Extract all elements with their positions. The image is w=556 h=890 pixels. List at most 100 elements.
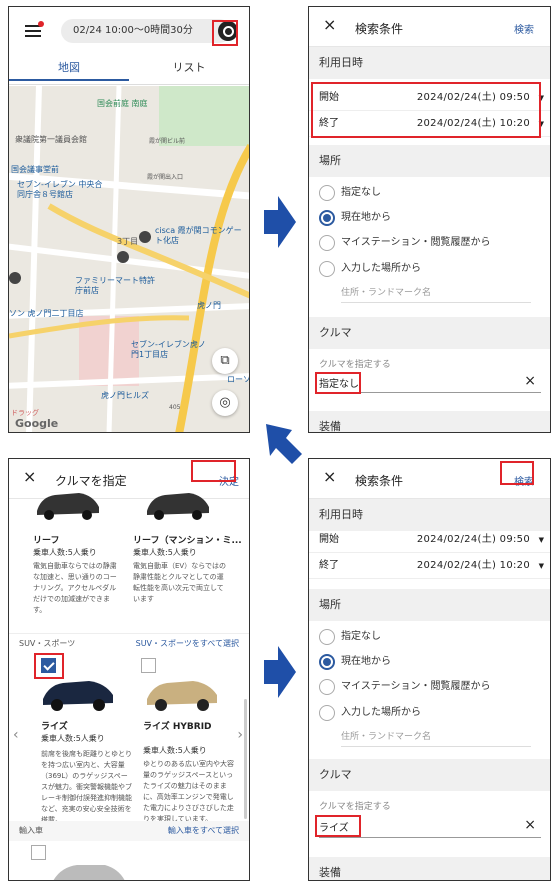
start-datetime-select[interactable]: 開始 2024/02/24(土) 09:50 ▼ [309, 527, 550, 553]
car-description: 電気自動車ならではの静粛な加速と、思い通りのコーナリング。アクセルペダルだけでの… [33, 562, 117, 614]
place-option-none[interactable]: 指定なし [319, 184, 381, 202]
address-input[interactable]: 住所・ランドマーク名 [341, 729, 531, 747]
car-capacity: 乗車人数:5人乗り [143, 746, 207, 755]
car-checkbox-raize[interactable] [41, 658, 56, 673]
map-label: 国会前庭 南庭 [97, 99, 148, 108]
flow-arrow-right-icon [264, 196, 296, 248]
end-label: 終了 [319, 118, 339, 129]
map-label: ローソン [227, 375, 249, 384]
car-select-field[interactable]: ライズ [319, 819, 349, 834]
search-icon[interactable] [218, 21, 238, 41]
car-image-import [53, 865, 125, 880]
category-suv: SUV・スポーツ SUV・スポーツをすべて選択 [9, 633, 249, 653]
car-selection-screen: × クルマを指定 決定 リーフ 乗車人数:5人乗り 電気自動車ならではの静粛な加… [8, 458, 250, 881]
car-image-leaf-mansion [147, 493, 209, 520]
close-icon[interactable]: × [323, 15, 336, 34]
place-option-input[interactable]: 入力した場所から [319, 704, 421, 722]
chevron-down-icon: ▼ [538, 562, 544, 570]
chevron-down-icon: ▼ [538, 536, 544, 544]
map-label: 衆議院第一議員会館 [15, 135, 87, 144]
flow-arrow-back-icon [266, 424, 302, 464]
car-image-raize-hybrid [147, 681, 217, 711]
menu-icon[interactable] [25, 25, 41, 37]
car-name: ライズ [41, 722, 68, 732]
map-label: cisca 霞が関コモンゲート化店 [155, 226, 242, 245]
map-label: 国会議事堂前 [11, 165, 59, 174]
start-datetime-select[interactable]: 開始 2024/02/24(土) 09:50 ▼ [309, 85, 550, 111]
place-option-current[interactable]: 現在地から [319, 653, 391, 671]
clear-icon[interactable]: × [524, 373, 536, 389]
car-sublabel: クルマを指定する [319, 360, 391, 370]
notification-dot [38, 21, 44, 27]
confirm-button[interactable]: 決定 [219, 473, 239, 488]
map-label: 3丁目 [117, 237, 139, 246]
start-label: 開始 [319, 92, 339, 103]
map-label: 405 [169, 404, 181, 411]
page-title: 検索条件 [355, 22, 404, 36]
time-display[interactable]: 02/24 10:00〜0時間30分 [61, 19, 231, 43]
category-label: SUV・スポーツ [19, 639, 76, 648]
search-button[interactable]: 検索 [514, 473, 534, 488]
car-capacity: 乗車人数:5人乗り [41, 734, 105, 743]
close-icon[interactable]: × [323, 467, 336, 486]
category-import: 輸入車 輸入車をすべて選択 [9, 821, 249, 841]
search-header: × 検索条件 検索 [309, 7, 550, 47]
map-pin-icon[interactable] [117, 251, 129, 263]
section-equipment: 装備 [309, 857, 550, 880]
clear-icon[interactable]: × [524, 817, 536, 833]
section-car: クルマ [309, 317, 550, 349]
divider [319, 392, 541, 393]
car-description: 電気自動車（EV）ならではの静粛性能とクルマとしての運転性能を高い次元で両立して… [133, 562, 227, 603]
tab-list[interactable]: リスト [129, 57, 249, 79]
place-option-station[interactable]: マイステーション・閲覧履歴から [319, 234, 491, 252]
end-datetime-select[interactable]: 終了 2024/02/24(土) 10:20 ▼ [309, 111, 550, 137]
map-label: 霞が関ビル前 [149, 138, 186, 145]
map-label: 虎ノ門ヒルズ [101, 391, 149, 400]
car-image-leaf [37, 493, 99, 520]
section-place: 場所 [309, 589, 550, 621]
car-checkbox-import[interactable] [31, 845, 46, 860]
car-checkbox-raize-hybrid[interactable] [141, 658, 156, 673]
chevron-down-icon: ▼ [538, 120, 544, 128]
car-capacity: 乗車人数:5人乗り [133, 548, 197, 557]
end-value: 2024/02/24(土) 10:20 [416, 118, 530, 129]
section-car: クルマ [309, 759, 550, 791]
start-value: 2024/02/24(土) 09:50 [416, 534, 530, 545]
map-layers-icon[interactable]: ⧉ [212, 348, 238, 374]
car-select-field[interactable]: 指定なし [319, 375, 359, 390]
search-button[interactable]: 検索 [514, 21, 534, 36]
locate-icon[interactable]: ◎ [212, 390, 238, 416]
place-option-current[interactable]: 現在地から [319, 209, 391, 227]
chevron-left-icon[interactable]: ‹ [13, 727, 19, 743]
car-description: ゆとりのある広い室内や大容量のラゲッジスペースといったライズの魅力はそのままに、… [143, 760, 234, 823]
chevron-right-icon[interactable]: › [237, 727, 243, 743]
page-title: 検索条件 [355, 474, 404, 488]
place-option-input[interactable]: 入力した場所から [319, 260, 421, 278]
start-label: 開始 [319, 534, 339, 545]
tab-map[interactable]: 地図 [9, 57, 129, 81]
close-icon[interactable]: × [23, 467, 36, 486]
car-sublabel: クルマを指定する [319, 802, 391, 812]
start-value: 2024/02/24(土) 09:50 [416, 92, 530, 103]
end-value: 2024/02/24(土) 10:20 [416, 560, 530, 571]
section-equipment: 装備 [309, 411, 550, 432]
address-input[interactable]: 住所・ランドマーク名 [341, 285, 531, 303]
select-all-import-link[interactable]: 輸入車をすべて選択 [168, 821, 239, 841]
map-label: セブン-イレブン 中央合同庁舎８号館店 [17, 180, 103, 199]
divider [319, 837, 541, 838]
map-pin-icon[interactable] [139, 231, 151, 243]
map-label: セブン-イレブン虎ノ門1丁目店 [131, 340, 206, 359]
map-pin-icon[interactable] [9, 272, 21, 284]
map-view[interactable]: 国会前庭 南庭 衆議院第一議員会館 霞が関ビル前 国会議事堂前 霞が関出入口 セ… [9, 86, 249, 432]
select-all-suv-link[interactable]: SUV・スポーツをすべて選択 [136, 634, 239, 654]
category-label: 輸入車 [19, 826, 43, 835]
place-option-none[interactable]: 指定なし [319, 628, 381, 646]
car-capacity: 乗車人数:5人乗り [33, 548, 97, 557]
place-option-station[interactable]: マイステーション・閲覧履歴から [319, 678, 491, 696]
end-datetime-select[interactable]: 終了 2024/02/24(土) 10:20 ▼ [309, 553, 550, 579]
map-label: ファミリーマート特許庁前店 [75, 276, 155, 295]
flow-arrow-right-icon [264, 646, 296, 698]
map-label: 霞が関出入口 [147, 174, 184, 181]
end-label: 終了 [319, 560, 339, 571]
scrollbar[interactable] [244, 699, 247, 819]
